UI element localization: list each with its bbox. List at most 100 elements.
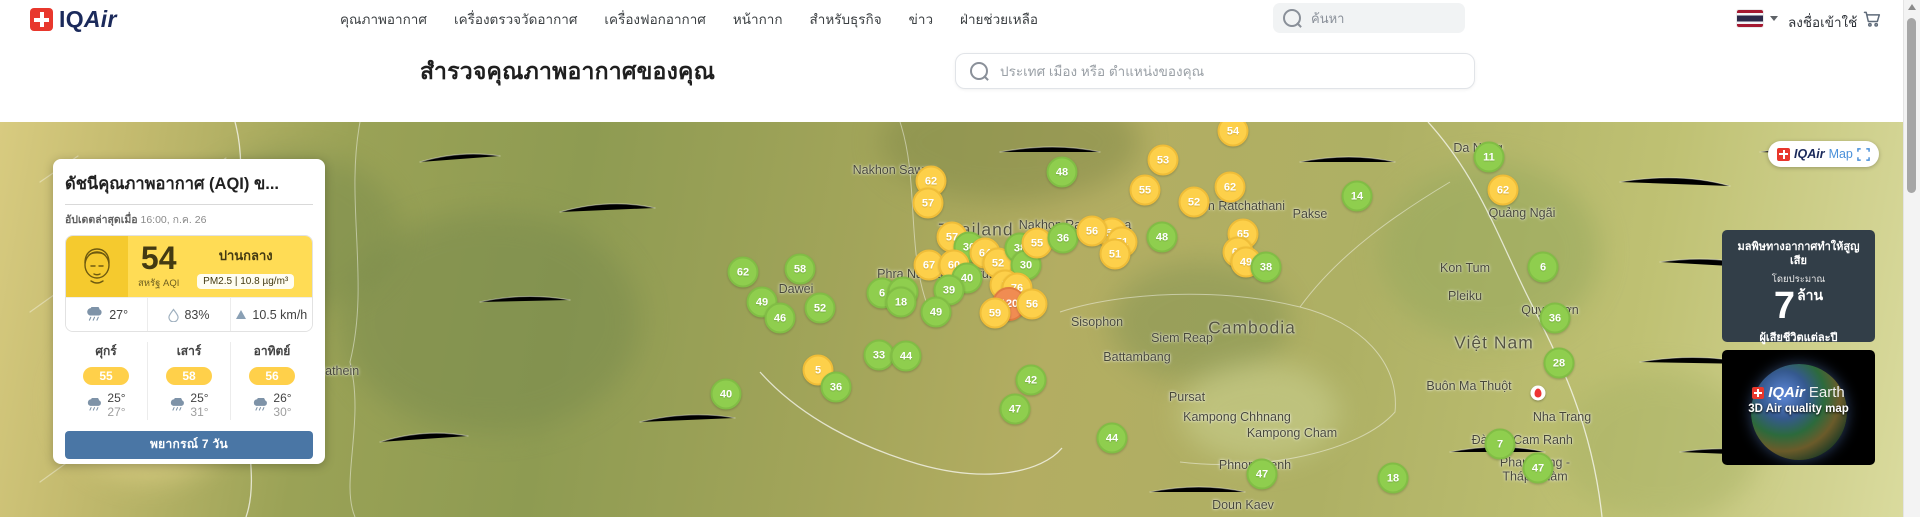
deaths-number: 7ล้าน bbox=[1730, 287, 1867, 327]
fire-icon[interactable] bbox=[1531, 386, 1546, 401]
aqi-marker-42[interactable]: 42 bbox=[1016, 365, 1047, 396]
aqi-marker-57[interactable]: 57 bbox=[913, 188, 944, 219]
aqi-marker-62[interactable]: 62 bbox=[1215, 172, 1246, 203]
aqi-marker-47[interactable]: 47 bbox=[1523, 453, 1554, 484]
aqi-marker-36[interactable]: 36 bbox=[1048, 223, 1079, 254]
aqi-summary-box[interactable]: 54 สหรัฐ AQI ปานกลาง PM2.5 | 10.8 µg/m³ bbox=[66, 236, 312, 297]
earth-text: IQAir Earth 3D Air quality map bbox=[1722, 384, 1875, 415]
air-pollution-deaths-panel[interactable]: มลพิษทางอากาศทำให้สูญเสีย โดยประมาณ 7ล้า… bbox=[1722, 230, 1875, 342]
iqair-cross-icon bbox=[30, 8, 53, 31]
aqi-marker-59[interactable]: 59 bbox=[980, 298, 1011, 329]
scroll-up-icon[interactable] bbox=[1908, 4, 1916, 10]
location-search[interactable] bbox=[955, 53, 1475, 89]
rain-cloud-icon bbox=[252, 398, 269, 412]
aqi-marker-51[interactable]: 51 bbox=[1100, 239, 1131, 270]
aqi-marker-44[interactable]: 44 bbox=[891, 341, 922, 372]
nav-item-5[interactable]: สำหรับธุรกิจ bbox=[810, 8, 882, 30]
aqi-marker-14[interactable]: 14 bbox=[1342, 181, 1373, 212]
forecast-day-1: ศุกร์5525°27° bbox=[65, 342, 147, 420]
aqi-marker-46[interactable]: 46 bbox=[765, 303, 796, 334]
nav-item-2[interactable]: เครื่องตรวจวัดอากาศ bbox=[454, 8, 577, 30]
nav-item-6[interactable]: ข่าว bbox=[909, 8, 933, 30]
aqi-card: ดัชนีคุณภาพอากาศ (AQI) ข... อัปเดตล่าสุด… bbox=[53, 159, 325, 464]
aqi-marker-28[interactable]: 28 bbox=[1544, 348, 1575, 379]
map-label-qu-ng-ng-i: Quảng Ngãi bbox=[1489, 206, 1556, 220]
aqi-marker-53[interactable]: 53 bbox=[1148, 145, 1179, 176]
iqair-cross-icon bbox=[1752, 387, 1764, 399]
header: IQAir คุณภาพอากาศ เครื่องตรวจวัดอากาศ เครื… bbox=[0, 0, 1904, 122]
nav-item-3[interactable]: เครื่องฟอกอากาศ bbox=[604, 8, 705, 30]
forecast-7day-button[interactable]: พยากรณ์ 7 วัน bbox=[65, 431, 313, 459]
earth-name: Earth bbox=[1809, 384, 1845, 401]
weather-row: 27° 83% 10.5 km/h bbox=[66, 297, 312, 331]
nav-item-7[interactable]: ฝ่ายช่วยเหลือ bbox=[960, 8, 1038, 30]
iqair-earth-banner[interactable]: IQAir Earth 3D Air quality map bbox=[1722, 350, 1875, 465]
aqi-marker-62[interactable]: 62 bbox=[728, 257, 759, 288]
aqi-marker-52[interactable]: 52 bbox=[805, 293, 836, 324]
aqi-marker-11[interactable]: 11 bbox=[1474, 142, 1505, 173]
aqi-marker-47[interactable]: 47 bbox=[1247, 459, 1278, 490]
map-label-kampong-chhnang: Kampong Chhnang bbox=[1183, 410, 1291, 424]
pill-label: Map bbox=[1829, 147, 1853, 161]
map-label-nha-trang: Nha Trang bbox=[1533, 410, 1591, 424]
map-label-cam-ranh: Cam Ranh bbox=[1513, 433, 1573, 447]
pill-brand: IQAir bbox=[1794, 147, 1825, 161]
iqair-wordmark: IQAir bbox=[59, 6, 117, 33]
signin-link[interactable]: ลงชื่อเข้าใช้ bbox=[1788, 11, 1857, 33]
cart-icon[interactable] bbox=[1862, 9, 1882, 34]
aqi-marker-48[interactable]: 48 bbox=[1047, 157, 1078, 188]
iqair-map-button[interactable]: IQAir Map bbox=[1768, 141, 1879, 167]
earth-subtitle: 3D Air quality map bbox=[1722, 403, 1875, 415]
aqi-marker-44[interactable]: 44 bbox=[1097, 423, 1128, 454]
aqi-marker-56[interactable]: 56 bbox=[1017, 289, 1048, 320]
nav-item-1[interactable]: คุณภาพอากาศ bbox=[340, 8, 427, 30]
humidity-cell: 83% bbox=[147, 298, 229, 331]
header-search[interactable] bbox=[1273, 3, 1465, 33]
aqi-marker-36[interactable]: 36 bbox=[1540, 303, 1571, 334]
language-flag-thailand[interactable] bbox=[1737, 10, 1763, 27]
forecast-aqi-chip: 56 bbox=[249, 367, 295, 385]
search-icon bbox=[1283, 9, 1301, 27]
map-label-kampong-cham: Kampong Cham bbox=[1247, 426, 1337, 440]
deaths-line3: ผู้เสียชีวิตแต่ละปี bbox=[1730, 328, 1867, 346]
aqi-marker-58[interactable]: 58 bbox=[785, 254, 816, 285]
aqi-marker-56[interactable]: 56 bbox=[1077, 216, 1108, 247]
air-quality-map[interactable]: Nakhon SawanThailandNakhon RatchasimaPhr… bbox=[0, 122, 1904, 517]
location-search-input[interactable] bbox=[998, 63, 1442, 80]
aqi-marker-49[interactable]: 49 bbox=[921, 297, 952, 328]
forecast-temp-low: 31° bbox=[190, 405, 208, 419]
aqi-marker-40[interactable]: 40 bbox=[711, 379, 742, 410]
nav-item-4[interactable]: หน้ากาก bbox=[733, 8, 783, 30]
aqi-marker-47[interactable]: 47 bbox=[1000, 394, 1031, 425]
page-scrollbar[interactable] bbox=[1903, 0, 1920, 517]
aqi-face-icon bbox=[66, 236, 128, 297]
scrollbar-thumb[interactable] bbox=[1907, 18, 1916, 193]
rain-cloud-icon bbox=[169, 398, 186, 412]
main-nav: คุณภาพอากาศ เครื่องตรวจวัดอากาศ เครื่องฟอก… bbox=[340, 8, 1038, 30]
aqi-marker-38[interactable]: 38 bbox=[1251, 252, 1282, 283]
forecast-row: ศุกร์5525°27°เสาร์5825°31°อาทิตย์5626°30… bbox=[65, 342, 313, 420]
aqi-marker-7[interactable]: 7 bbox=[1485, 429, 1516, 460]
map-label-pursat: Pursat bbox=[1169, 390, 1205, 404]
iqair-cross-icon bbox=[1777, 148, 1790, 161]
aqi-marker-18[interactable]: 18 bbox=[886, 287, 917, 318]
aqi-marker-6[interactable]: 6 bbox=[1528, 252, 1559, 283]
header-search-input[interactable] bbox=[1309, 10, 1453, 27]
forecast-aqi-chip: 55 bbox=[83, 367, 129, 385]
aqi-marker-52[interactable]: 52 bbox=[1179, 187, 1210, 218]
aqi-marker-48[interactable]: 48 bbox=[1147, 222, 1178, 253]
aqi-marker-62[interactable]: 62 bbox=[1488, 175, 1519, 206]
aqi-marker-55[interactable]: 55 bbox=[1130, 175, 1161, 206]
map-label-kon-tum: Kon Tum bbox=[1440, 261, 1490, 275]
forecast-temp-high: 26° bbox=[273, 391, 291, 405]
aqi-marker-18[interactable]: 18 bbox=[1378, 463, 1409, 494]
search-icon bbox=[970, 62, 988, 80]
temperature-cell: 27° bbox=[66, 298, 147, 331]
fullscreen-icon[interactable] bbox=[1857, 148, 1870, 161]
wind-cell: 10.5 km/h bbox=[230, 298, 312, 331]
rain-cloud-icon bbox=[85, 307, 104, 322]
chevron-down-icon[interactable] bbox=[1770, 16, 1778, 21]
iqair-logo[interactable]: IQAir bbox=[30, 6, 117, 33]
aqi-marker-36[interactable]: 36 bbox=[821, 372, 852, 403]
wind-icon bbox=[235, 309, 247, 320]
